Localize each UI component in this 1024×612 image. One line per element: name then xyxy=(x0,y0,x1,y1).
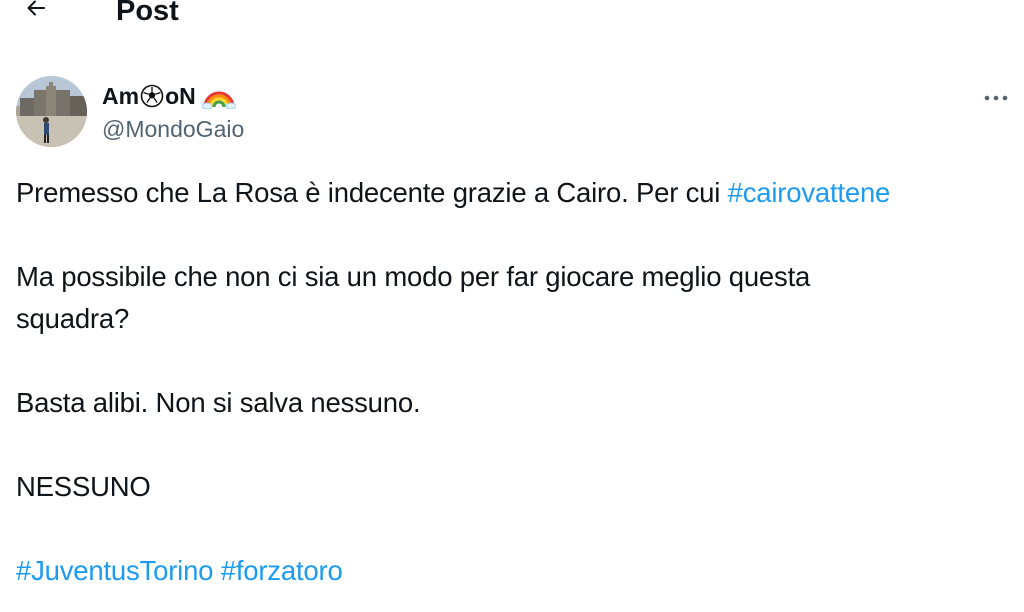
page-title: Post xyxy=(116,0,179,27)
top-bar: Post xyxy=(0,0,1024,30)
more-button[interactable] xyxy=(976,80,1016,116)
post-line-text: Premesso che La Rosa è indecente grazie … xyxy=(16,177,728,208)
user-handle[interactable]: @MondoGaio xyxy=(102,114,244,144)
post-author: Am oN @MondoGaio xyxy=(16,76,1008,150)
post-line: NESSUNO xyxy=(16,471,151,502)
avatar[interactable] xyxy=(16,76,87,147)
back-button[interactable] xyxy=(16,0,56,28)
display-name[interactable]: Am oN xyxy=(102,80,244,112)
arrow-left-icon xyxy=(24,0,48,25)
rainbow-icon xyxy=(201,83,236,109)
hashtag-link[interactable]: #cairovattene xyxy=(728,177,891,208)
post-line: squadra? xyxy=(16,303,130,334)
hashtag-link[interactable]: #JuventusTorino xyxy=(16,555,213,586)
post-line: Basta alibi. Non si salva nessuno. xyxy=(16,387,421,418)
post-line: Ma possibile che non ci sia un modo per … xyxy=(16,261,811,292)
post-text: Premesso che La Rosa è indecente grazie … xyxy=(16,172,1008,592)
soccer-ball-icon xyxy=(140,84,164,108)
more-horizontal-icon xyxy=(983,89,1009,107)
post-line: #JuventusTorino #forzatoro xyxy=(16,550,1008,592)
display-name-part: Am xyxy=(102,83,140,109)
display-name-part: oN xyxy=(165,83,196,109)
post-line: Premesso che La Rosa è indecente grazie … xyxy=(16,172,1008,214)
hashtag-link[interactable]: #forzatoro xyxy=(221,555,343,586)
